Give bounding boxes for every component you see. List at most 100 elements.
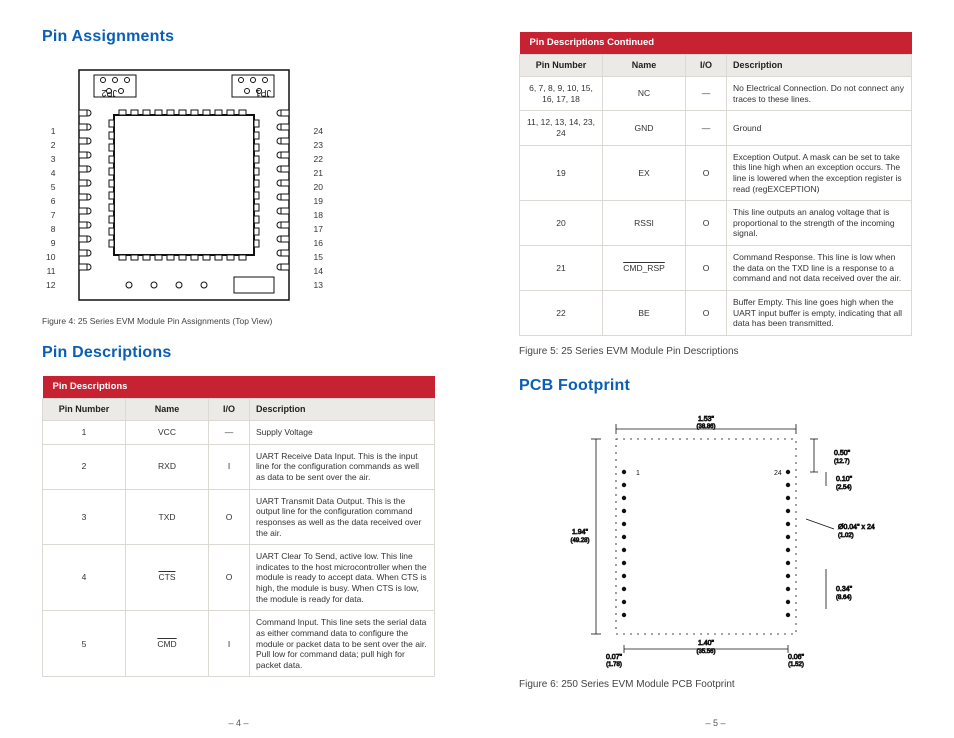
page-left: Pin Assignments 123456789101112 JP2 JP1 — [0, 0, 477, 738]
module-pin-labels-right: 242322212019181716151413 — [309, 124, 326, 292]
cell-desc: Exception Output. A mask can be set to t… — [727, 145, 912, 201]
cell-pin: 21 — [520, 246, 603, 291]
cell-io: O — [209, 489, 250, 545]
svg-text:0.07": 0.07" — [605, 654, 622, 661]
cell-desc: Buffer Empty. This line goes high when t… — [727, 290, 912, 335]
pin-label: 5 — [51, 180, 56, 194]
pin-label: 24 — [313, 124, 322, 138]
svg-text:(38.86): (38.86) — [696, 424, 715, 430]
cell-pin: 4 — [43, 545, 126, 611]
table-row: 4CTSOUART Clear To Send, active low. Thi… — [43, 545, 435, 611]
cell-desc: Ground — [727, 111, 912, 145]
table-row: 19EXOException Output. A mask can be set… — [520, 145, 912, 201]
pin-label: 6 — [51, 194, 56, 208]
th-name: Name — [603, 54, 686, 76]
cell-name: CTS — [126, 545, 209, 611]
page-number-right: – 5 – — [477, 718, 954, 728]
svg-text:(1.02): (1.02) — [838, 533, 854, 539]
table-row: 11, 12, 13, 14, 23, 24GND—Ground — [520, 111, 912, 145]
module-diagram-svg: JP2 JP1 — [59, 60, 309, 310]
cell-io: O — [686, 290, 727, 335]
cell-pin: 6, 7, 8, 9, 10, 15, 16, 17, 18 — [520, 77, 603, 111]
svg-text:Ø0.04" x 24: Ø0.04" x 24 — [838, 524, 875, 531]
cell-pin: 3 — [43, 489, 126, 545]
pin-descriptions-table: Pin Descriptions Pin Number Name I/O Des… — [42, 376, 435, 677]
figure4-caption: Figure 4: 25 Series EVM Module Pin Assig… — [42, 316, 435, 326]
cell-pin: 19 — [520, 145, 603, 201]
cell-name: NC — [603, 77, 686, 111]
pin-label: 9 — [51, 236, 56, 250]
cell-desc: Command Response. This line is low when … — [727, 246, 912, 291]
cell-desc: No Electrical Connection. Do not connect… — [727, 77, 912, 111]
svg-text:(1.52): (1.52) — [788, 662, 804, 668]
table-row: 21CMD_RSPOCommand Response. This line is… — [520, 246, 912, 291]
svg-text:0.34": 0.34" — [836, 586, 853, 593]
cell-desc: UART Receive Data Input. This is the inp… — [250, 444, 435, 489]
cell-name: RSSI — [603, 201, 686, 246]
pin-label: 23 — [313, 138, 322, 152]
pin-label: 21 — [313, 166, 322, 180]
svg-text:(8.64): (8.64) — [836, 595, 852, 601]
cell-io: I — [209, 444, 250, 489]
th-name: Name — [126, 398, 209, 420]
cell-desc: Command Input. This line sets the serial… — [250, 611, 435, 677]
th-desc: Description — [727, 54, 912, 76]
th-io: I/O — [686, 54, 727, 76]
svg-text:1.53": 1.53" — [697, 416, 714, 423]
cell-pin: 20 — [520, 201, 603, 246]
svg-text:(1.78): (1.78) — [606, 662, 622, 668]
cell-name: CMD_RSP — [603, 246, 686, 291]
pin-label: 1 — [51, 124, 56, 138]
cell-io: — — [686, 111, 727, 145]
pin-label: 12 — [46, 278, 55, 292]
module-pin-labels-left: 123456789101112 — [42, 124, 59, 292]
svg-text:(35.56): (35.56) — [696, 649, 715, 655]
svg-text:1.94": 1.94" — [571, 529, 588, 536]
cell-pin: 2 — [43, 444, 126, 489]
cell-io: O — [209, 545, 250, 611]
th-pin: Pin Number — [43, 398, 126, 420]
cell-desc: Supply Voltage — [250, 421, 435, 445]
document-spread: Pin Assignments 123456789101112 JP2 JP1 — [0, 0, 954, 738]
svg-text:0.50": 0.50" — [834, 450, 851, 457]
th-desc: Description — [250, 398, 435, 420]
cell-io: I — [209, 611, 250, 677]
svg-text:1: 1 — [636, 470, 640, 477]
cell-name: TXD — [126, 489, 209, 545]
svg-text:0.06": 0.06" — [787, 654, 804, 661]
pin-label: 13 — [313, 278, 322, 292]
page-right: Pin Descriptions Continued Pin Number Na… — [477, 0, 954, 738]
heading-pcb-footprint: PCB Footprint — [519, 377, 912, 395]
pin-label: 3 — [51, 152, 56, 166]
svg-text:(12.7): (12.7) — [834, 459, 850, 465]
th-pin: Pin Number — [520, 54, 603, 76]
table-row: 22BEOBuffer Empty. This line goes high w… — [520, 290, 912, 335]
pin-label: 15 — [313, 250, 322, 264]
cell-desc: UART Clear To Send, active low. This lin… — [250, 545, 435, 611]
page-number-left: – 4 – — [0, 718, 477, 728]
heading-pin-descriptions: Pin Descriptions — [42, 344, 435, 362]
pin-label: 14 — [313, 264, 322, 278]
cell-name: BE — [603, 290, 686, 335]
svg-text:(2.54): (2.54) — [836, 485, 852, 491]
cell-name: RXD — [126, 444, 209, 489]
cell-io: — — [686, 77, 727, 111]
pin-label: 10 — [46, 250, 55, 264]
svg-text:0.10": 0.10" — [836, 476, 853, 483]
pin-label: 8 — [51, 222, 56, 236]
pin-label: 16 — [313, 236, 322, 250]
pin-label: 2 — [51, 138, 56, 152]
cell-name: VCC — [126, 421, 209, 445]
cell-pin: 22 — [520, 290, 603, 335]
cell-name: CMD — [126, 611, 209, 677]
cell-pin: 1 — [43, 421, 126, 445]
cell-io: O — [686, 145, 727, 201]
cell-name: EX — [603, 145, 686, 201]
th-io: I/O — [209, 398, 250, 420]
table-row: 5CMDICommand Input. This line sets the s… — [43, 611, 435, 677]
table-row: 20RSSIOThis line outputs an analog volta… — [520, 201, 912, 246]
table-title: Pin Descriptions Continued — [520, 32, 912, 54]
svg-text:24: 24 — [774, 470, 782, 477]
svg-text:(49.28): (49.28) — [570, 538, 589, 544]
pin-label: 7 — [51, 208, 56, 222]
